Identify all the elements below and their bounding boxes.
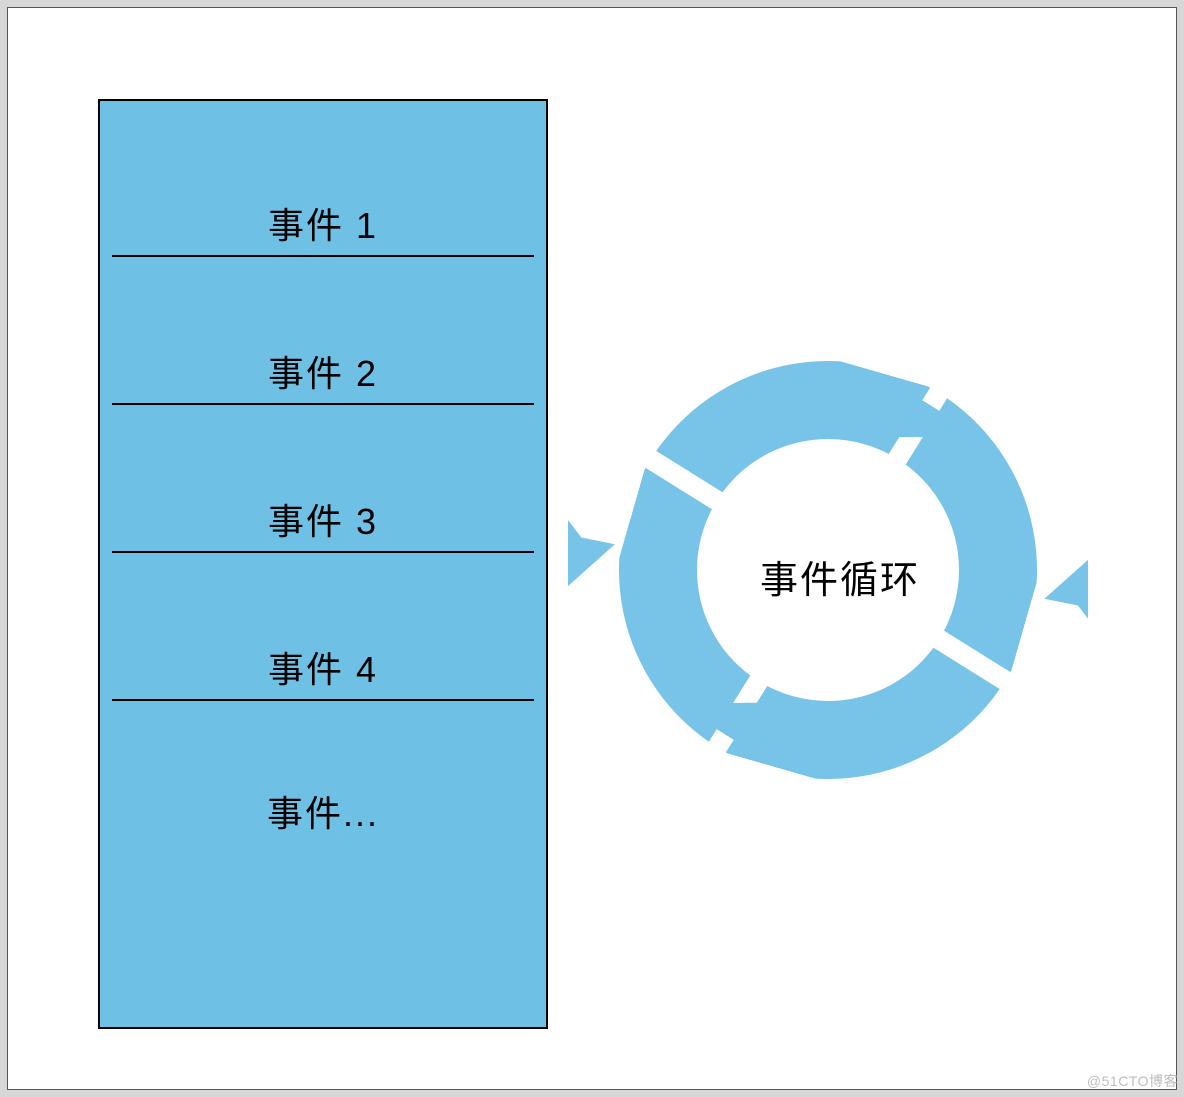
event-queue: 事件 1 事件 2 事件 3 事件 4 事件... [98, 99, 548, 1029]
event-queue-item: 事件 4 [100, 553, 546, 701]
event-loop: 事件循环 [568, 288, 1088, 848]
event-queue-item: 事件 3 [100, 405, 546, 553]
event-queue-item: 事件... [100, 701, 546, 869]
event-label: 事件... [267, 785, 379, 837]
event-label: 事件 4 [268, 641, 378, 693]
event-label: 事件 3 [268, 493, 378, 545]
event-loop-label-wrap: 事件循环 [568, 288, 1088, 848]
diagram-canvas: 事件 1 事件 2 事件 3 事件 4 事件... [7, 7, 1177, 1090]
event-loop-label: 事件循环 [760, 549, 920, 604]
event-queue-item: 事件 1 [100, 109, 546, 257]
event-label: 事件 2 [268, 345, 378, 397]
event-queue-item: 事件 2 [100, 257, 546, 405]
watermark: @51CTO博客 [1087, 1071, 1178, 1091]
event-label: 事件 1 [268, 197, 378, 249]
